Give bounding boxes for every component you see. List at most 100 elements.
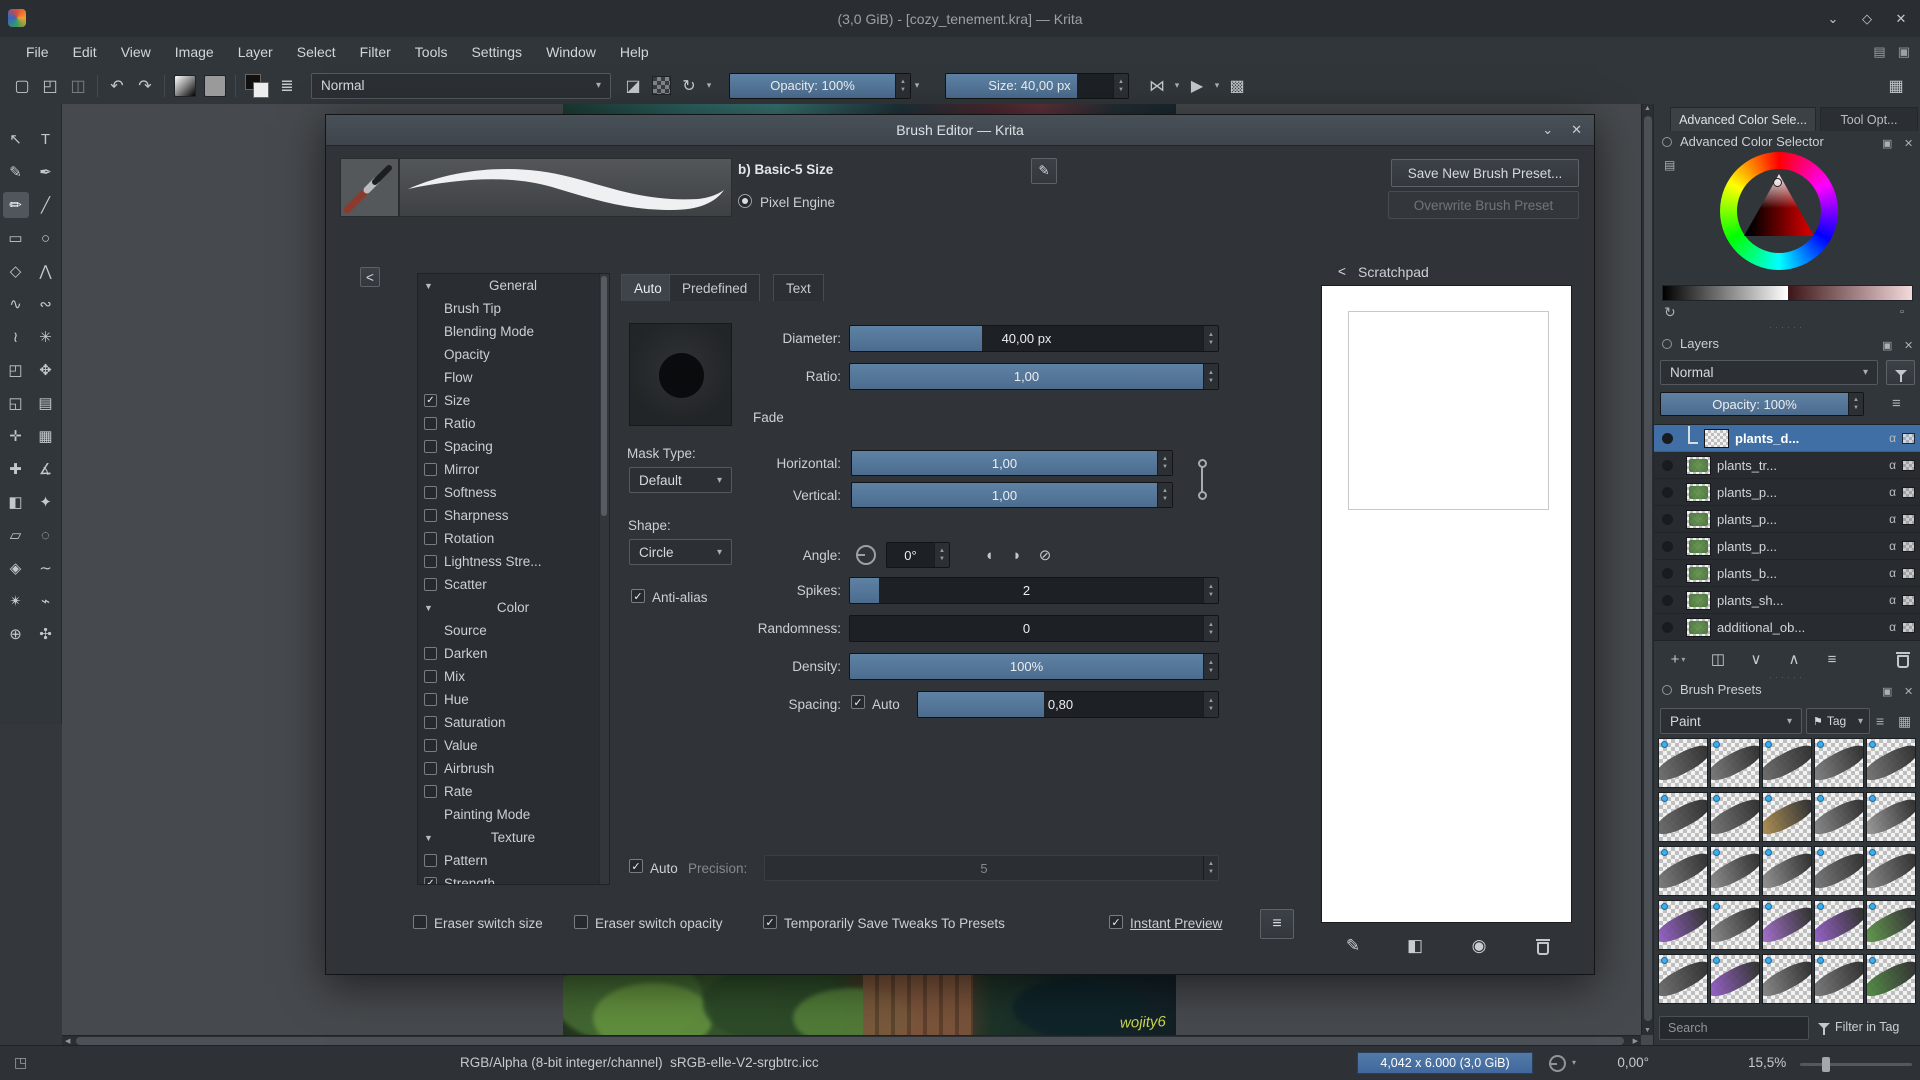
brush-option-size[interactable]: ✓ Size [418,389,609,412]
option-checkbox[interactable] [424,739,437,752]
angle-reset-icon[interactable]: ⊘ [1034,544,1056,566]
docker-splitter-handle[interactable]: ······ [1654,322,1920,332]
brush-option-source[interactable]: Source [418,619,609,642]
option-checkbox[interactable] [424,440,437,453]
brush-settings-button[interactable]: ≣ [273,72,301,100]
preset-search-input[interactable] [1659,1016,1809,1040]
move-layer-down-button[interactable]: ∨ [1740,646,1772,672]
gradient-chooser-button[interactable] [174,74,196,97]
spikes-spinner[interactable] [1203,578,1218,603]
brush-option-softness[interactable]: Softness [418,481,609,504]
menu-file[interactable]: File [14,37,61,67]
brush-size-slider[interactable]: Size: 40,00 px [945,72,1129,99]
foreground-background-color-button[interactable] [245,73,269,98]
float-icon[interactable]: ▣ [1882,339,1892,352]
brush-preset[interactable] [1866,738,1916,788]
opacity-dropdown-icon[interactable] [911,72,923,100]
pixel-engine-radio[interactable] [738,194,752,208]
select-shapes-tool[interactable]: ↖ [3,126,29,152]
layer-row[interactable]: plants_sh... α [1654,587,1920,614]
angle-input[interactable]: 0° [886,542,950,568]
crop-tool[interactable]: ◱ [3,390,29,416]
precision-slider[interactable]: 5 [764,855,1219,881]
alpha-lock-icon[interactable]: α [1889,539,1896,553]
zoom-slider-thumb[interactable] [1822,1057,1830,1072]
layer-row[interactable]: plants_p... α [1654,506,1920,533]
calligraphy-tool[interactable]: ✒ [33,159,59,185]
antialias-checkbox[interactable]: ✓ [631,589,645,603]
canvas-rotation-dial[interactable] [1549,1055,1566,1072]
brush-option-color[interactable]: ▼ Color [418,596,609,619]
density-slider[interactable]: 100% [849,653,1219,680]
brush-option-texture[interactable]: ▼ Texture [418,826,609,849]
angle-spinner[interactable] [934,543,949,567]
layer-row[interactable]: plants_p... α [1654,533,1920,560]
edit-shapes-tool[interactable]: ✎ [3,159,29,185]
delete-layer-button[interactable] [1887,646,1919,672]
visibility-toggle[interactable] [1654,432,1680,444]
mirror-vertical-dropdown-icon[interactable] [1171,72,1183,100]
tab-auto[interactable]: Auto [621,274,675,301]
options-scrollbar[interactable] [599,274,609,884]
menu-select[interactable]: Select [285,37,348,67]
eraser-mode-button[interactable]: ◪ [619,72,647,100]
menu-view[interactable]: View [109,37,163,67]
freehand-brush-tool[interactable]: ✏ [2,192,29,218]
brush-option-rotation[interactable]: Rotation [418,527,609,550]
brush-preset[interactable] [1866,954,1916,1004]
randomness-spinner[interactable] [1203,616,1218,641]
option-checkbox[interactable]: ✓ [424,394,437,407]
visibility-toggle[interactable] [1654,459,1680,471]
density-spinner[interactable] [1203,654,1218,679]
precision-spinner[interactable] [1203,856,1218,880]
menu-settings[interactable]: Settings [459,37,534,67]
line-tool[interactable]: ╱ [33,192,59,218]
layer-opacity-slider[interactable]: Opacity: 100% [1660,392,1864,416]
elliptical-select-tool[interactable]: ◌ [33,522,59,548]
diameter-slider[interactable]: 40,00 px [849,325,1219,352]
link-fade-values-button[interactable] [1194,455,1210,509]
brush-option-airbrush[interactable]: Airbrush [418,757,609,780]
brush-preset[interactable] [1814,846,1864,896]
vertical-spinner[interactable] [1157,483,1172,507]
brush-preset[interactable] [1762,792,1812,842]
selector-settings-icon[interactable]: ▫ [1900,306,1904,318]
move-tool[interactable]: ✥ [33,357,59,383]
scratchpad-canvas[interactable] [1321,285,1572,923]
save-button[interactable]: ◫ [64,72,92,100]
brush-preset[interactable] [1814,954,1864,1004]
brush-preset[interactable] [1710,738,1760,788]
scratchpad-clear-button[interactable] [1530,933,1556,959]
brush-preset[interactable] [1762,738,1812,788]
spikes-slider[interactable]: 2 [849,577,1219,604]
scratchpad-paint-button[interactable]: ✎ [1340,933,1366,959]
opacity-slider[interactable]: Opacity: 100% [729,72,911,99]
alpha-lock-icon[interactable]: α [1889,566,1896,580]
close-icon[interactable]: ✕ [1904,685,1913,698]
selection-indicator-icon[interactable]: ◳ [14,1054,27,1071]
brush-option-rate[interactable]: Rate [418,780,609,803]
rectangle-tool[interactable]: ▭ [3,225,29,251]
alpha-lock-icon[interactable]: α [1889,485,1896,499]
brush-option-sharpness[interactable]: Sharpness [418,504,609,527]
alpha-lock-icon[interactable]: α [1889,458,1896,472]
fill-tool[interactable]: ◧ [3,489,29,515]
brush-preset[interactable] [1866,792,1916,842]
angle-flip-left-icon[interactable]: ◖ [978,544,1000,566]
brush-preset[interactable] [1710,792,1760,842]
freehand-select-tool[interactable]: ∼ [33,555,59,581]
inherit-alpha-icon[interactable] [1902,594,1915,606]
pattern-chooser-button[interactable] [204,74,226,97]
dynamic-brush-tool[interactable]: ≀ [3,324,29,350]
gradient-tool[interactable]: ▤ [33,390,59,416]
horizontal-spinner[interactable] [1157,451,1172,475]
spacing-auto-checkbox[interactable]: ✓ [851,695,865,709]
dialog-shade-button[interactable]: ⌄ [1542,122,1553,138]
spacing-spinner[interactable] [1203,692,1218,717]
pan-tool[interactable]: ✣ [33,621,59,647]
brush-preset[interactable] [1710,954,1760,1004]
docker-settings-icon[interactable] [1662,338,1672,349]
menu-tools[interactable]: Tools [403,37,460,67]
save-new-preset-button[interactable]: Save New Brush Preset... [1391,159,1579,187]
ratio-slider[interactable]: 1,00 [849,363,1219,390]
